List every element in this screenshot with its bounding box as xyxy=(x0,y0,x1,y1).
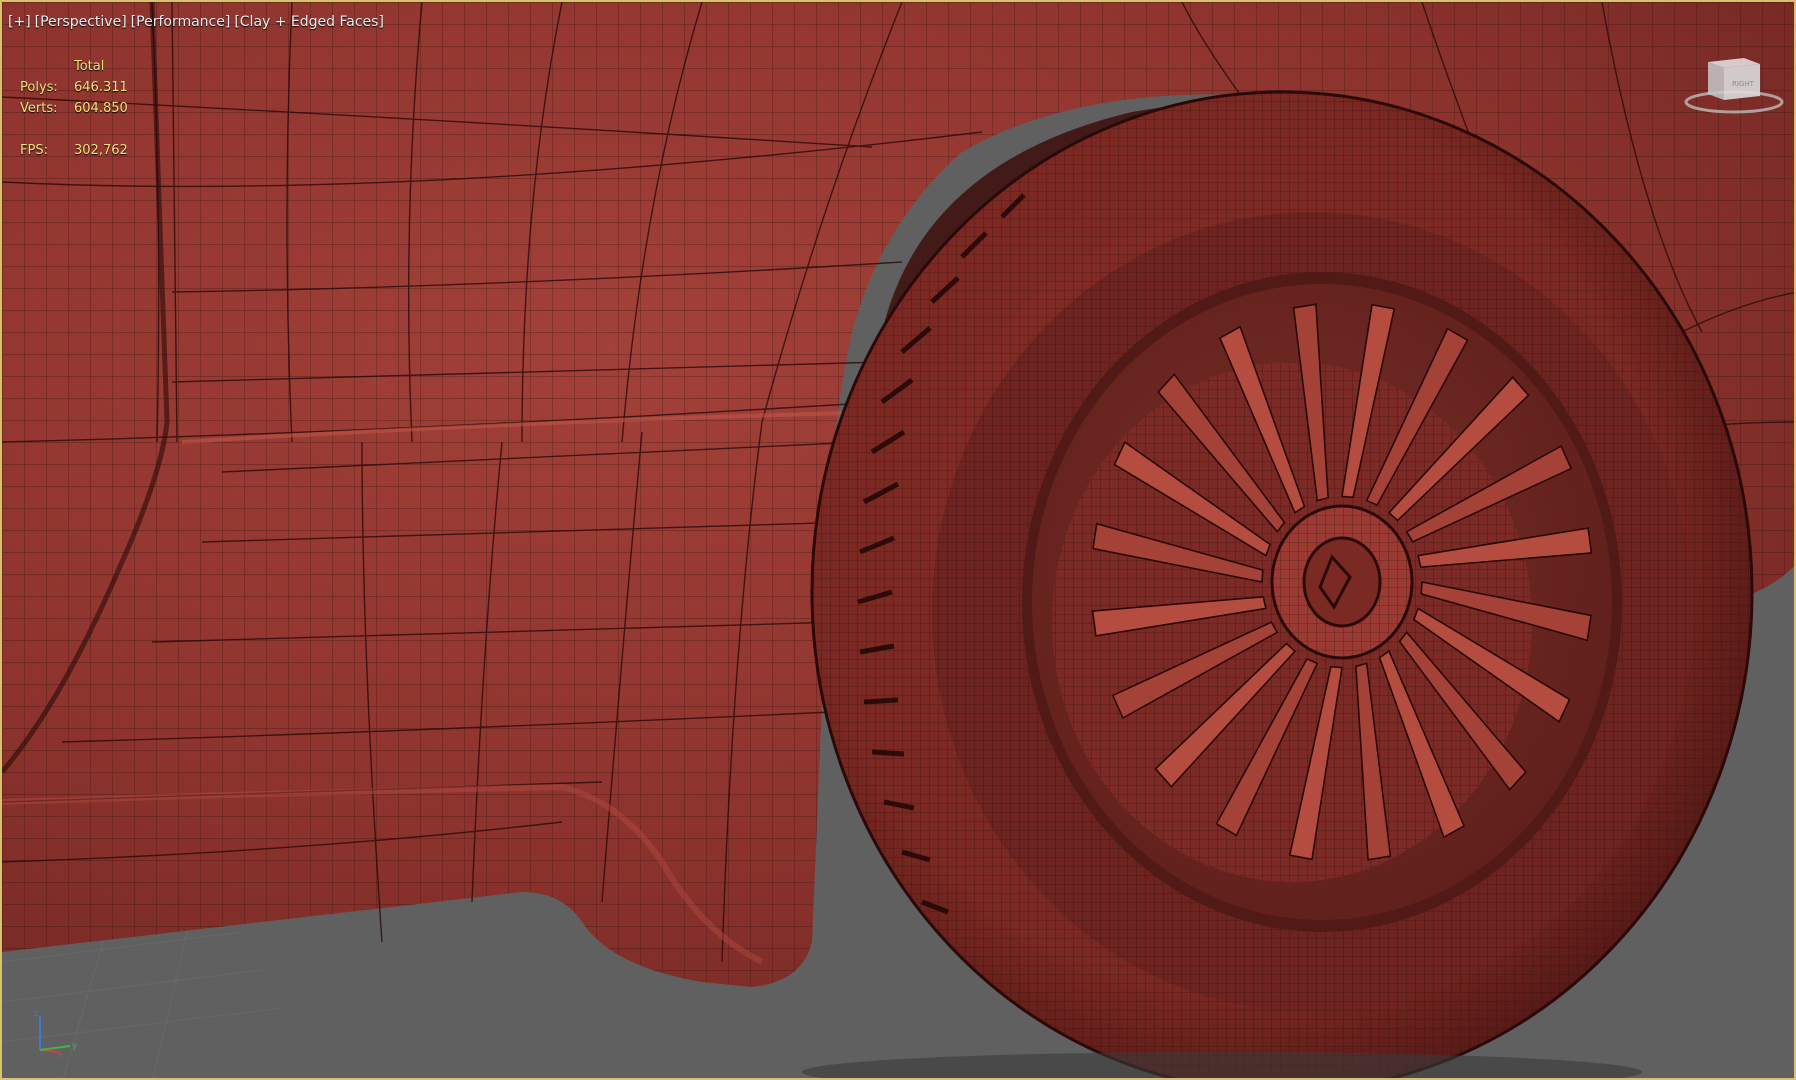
axis-tripod-icon: z x y xyxy=(34,1009,78,1058)
stats-row-verts: Verts: 604.850 xyxy=(20,98,154,119)
stats-value: 604.850 xyxy=(74,101,128,116)
axis-x-label: x xyxy=(58,1051,64,1058)
viewport-statistics: Total Polys: 646.311 Verts: 604.850 FPS:… xyxy=(20,56,154,161)
center-cap xyxy=(1302,536,1382,628)
stats-value: 646.311 xyxy=(74,80,128,95)
axis-y-line xyxy=(39,1045,71,1051)
stats-label: Verts: xyxy=(20,101,58,116)
axis-z-label: z xyxy=(34,1009,39,1019)
stats-label: FPS: xyxy=(20,143,48,158)
viewcube-front-face xyxy=(1708,62,1724,100)
stats-value: 302,762 xyxy=(74,143,128,158)
viewport-performance-menu[interactable]: [Performance] xyxy=(131,14,231,30)
viewcube-face-label: RIGHT xyxy=(1732,80,1755,88)
stats-row-fps: FPS: 302,762 xyxy=(20,140,154,161)
viewport-point-of-view-menu[interactable]: [Perspective] xyxy=(35,14,127,30)
viewport-shading-menu[interactable]: [Clay + Edged Faces] xyxy=(234,14,384,30)
viewport-scene[interactable] xyxy=(2,2,1796,1080)
axis-y-label: y xyxy=(72,1041,78,1051)
stats-label: Polys: xyxy=(20,80,58,95)
stats-row-polys: Polys: 646.311 xyxy=(20,77,154,98)
viewcube-icon[interactable]: RIGHT xyxy=(1674,52,1794,122)
stats-header: Total xyxy=(74,59,105,74)
viewport-general-menu[interactable]: [+] xyxy=(8,14,31,30)
front-rim xyxy=(932,212,1692,1012)
3d-viewport[interactable]: [+] [Perspective] [Performance] [Clay + … xyxy=(0,0,1796,1080)
viewport-label-menu: [+] [Perspective] [Performance] [Clay + … xyxy=(8,14,384,30)
